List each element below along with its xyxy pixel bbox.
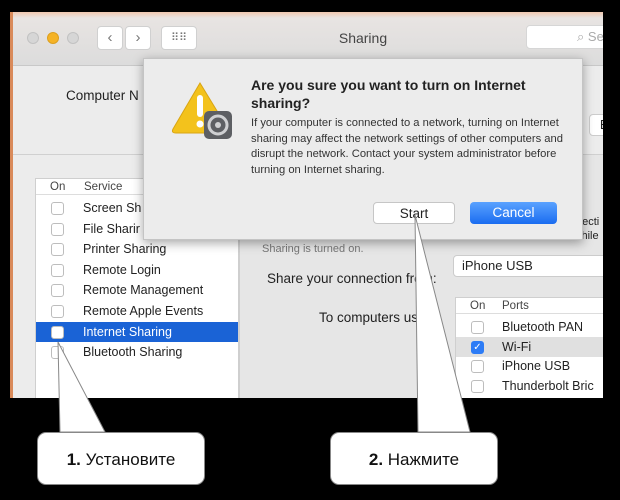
step-text: Установите (85, 450, 176, 469)
callout-step-1: 1. Установите (37, 432, 205, 485)
callout-pointers (57, 214, 471, 433)
callout-pointer-2 (414, 214, 471, 433)
step-number: 2. (368, 450, 384, 469)
callout-step-2: 2. Нажмите (330, 432, 498, 485)
step-text: Нажмите (387, 450, 460, 469)
callout-pointer-1 (57, 341, 106, 433)
step-number: 1. (66, 450, 81, 469)
